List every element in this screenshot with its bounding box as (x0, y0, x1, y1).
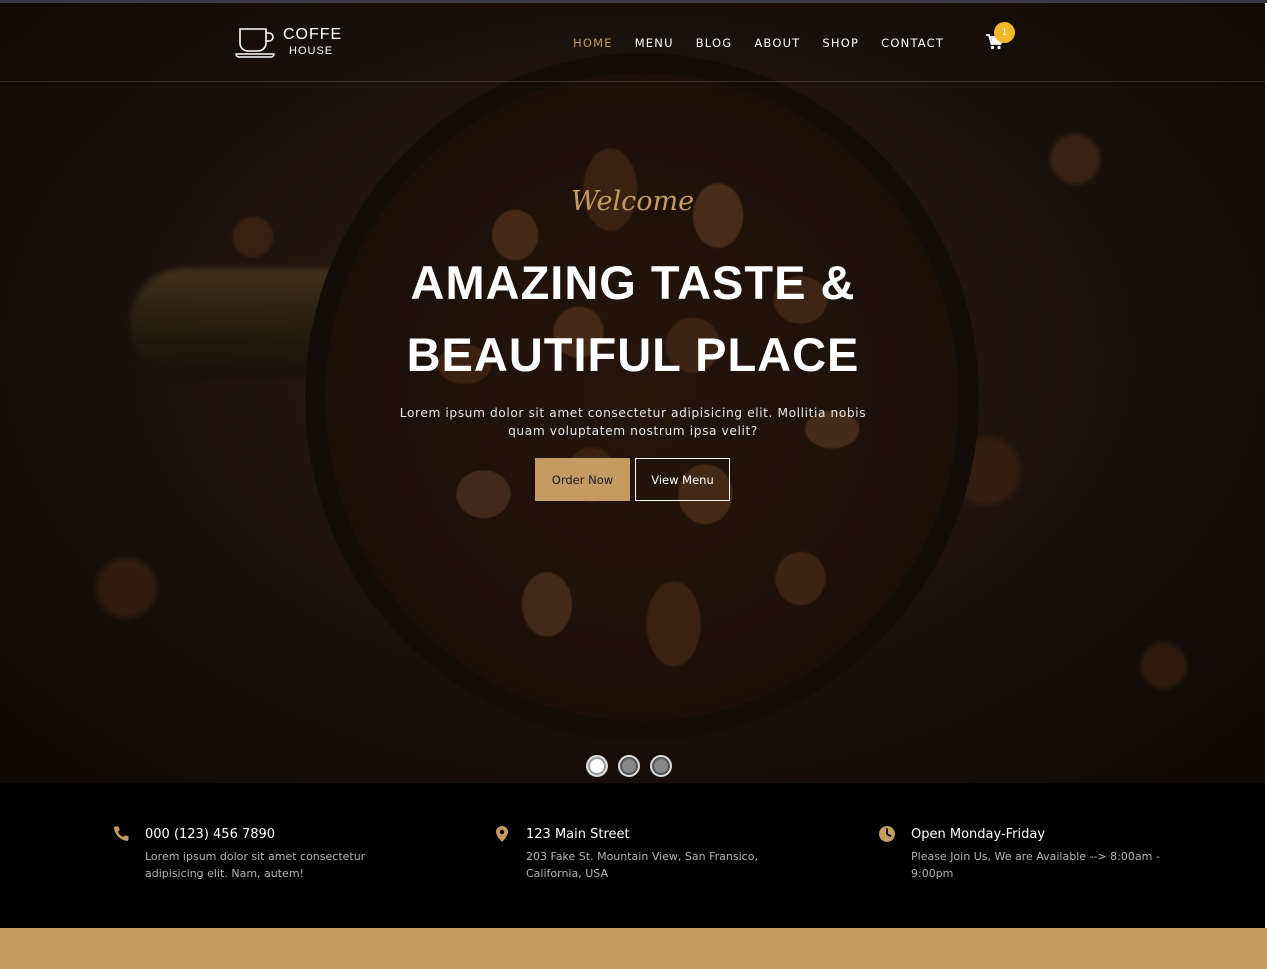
address-title: 123 Main Street (526, 827, 630, 842)
slider-dots (586, 755, 682, 777)
map-pin-icon (496, 826, 508, 842)
phone-desc: Lorem ipsum dolor sit amet consectetur a… (145, 850, 366, 880)
hero-overlay (0, 3, 1265, 783)
hours-desc: Please Join Us, We are Available --> 8:0… (911, 850, 1160, 880)
order-now-button[interactable]: Order Now (535, 458, 630, 501)
hero-slider: Welcome AMAZING TASTE & BEAUTIFUL PLACE … (0, 3, 1265, 783)
slider-dot-1[interactable] (586, 755, 608, 777)
nav-item-about[interactable]: ABOUT (754, 36, 800, 50)
hero-subtext: Lorem ipsum dolor sit amet consectetur a… (399, 406, 867, 438)
hours-title: Open Monday-Friday (911, 827, 1046, 842)
navbar: COFFE HOUSE HOME MENU BLOG ABOUT SHOP CO… (0, 3, 1265, 82)
brand-sub: HOUSE (289, 45, 334, 57)
coffee-cup-icon (235, 28, 275, 58)
nav-item-contact[interactable]: CONTACT (881, 36, 944, 50)
address-desc: 203 Fake St. Mountain View, San Fransico… (526, 850, 758, 880)
slider-dot-3[interactable] (650, 755, 672, 777)
nav-item-shop[interactable]: SHOP (822, 36, 859, 50)
slider-dot-2[interactable] (618, 755, 640, 777)
view-menu-button[interactable]: View Menu (635, 458, 730, 501)
nav-item-blog[interactable]: BLOG (696, 36, 733, 50)
nav-item-menu[interactable]: MENU (635, 36, 674, 50)
cart-count-badge: 1 (994, 22, 1015, 43)
next-section-strip (0, 928, 1267, 969)
brand-name: COFFE (283, 26, 343, 43)
nav-item-home[interactable]: HOME (573, 36, 613, 50)
site-logo[interactable]: COFFE HOUSE (235, 25, 342, 59)
phone-icon (113, 826, 129, 841)
info-bar: 000 (123) 456 7890 Lorem ipsum dolor sit… (0, 783, 1265, 928)
phone-number: 000 (123) 456 7890 (145, 827, 276, 842)
clock-icon (879, 826, 895, 842)
hero-headline: AMAZING TASTE & BEAUTIFUL PLACE (406, 256, 860, 381)
nav-menu: HOME MENU BLOG ABOUT SHOP CONTACT (573, 36, 966, 50)
welcome-script-text: Welcome (570, 186, 695, 217)
logo-text: COFFE HOUSE (283, 27, 342, 57)
